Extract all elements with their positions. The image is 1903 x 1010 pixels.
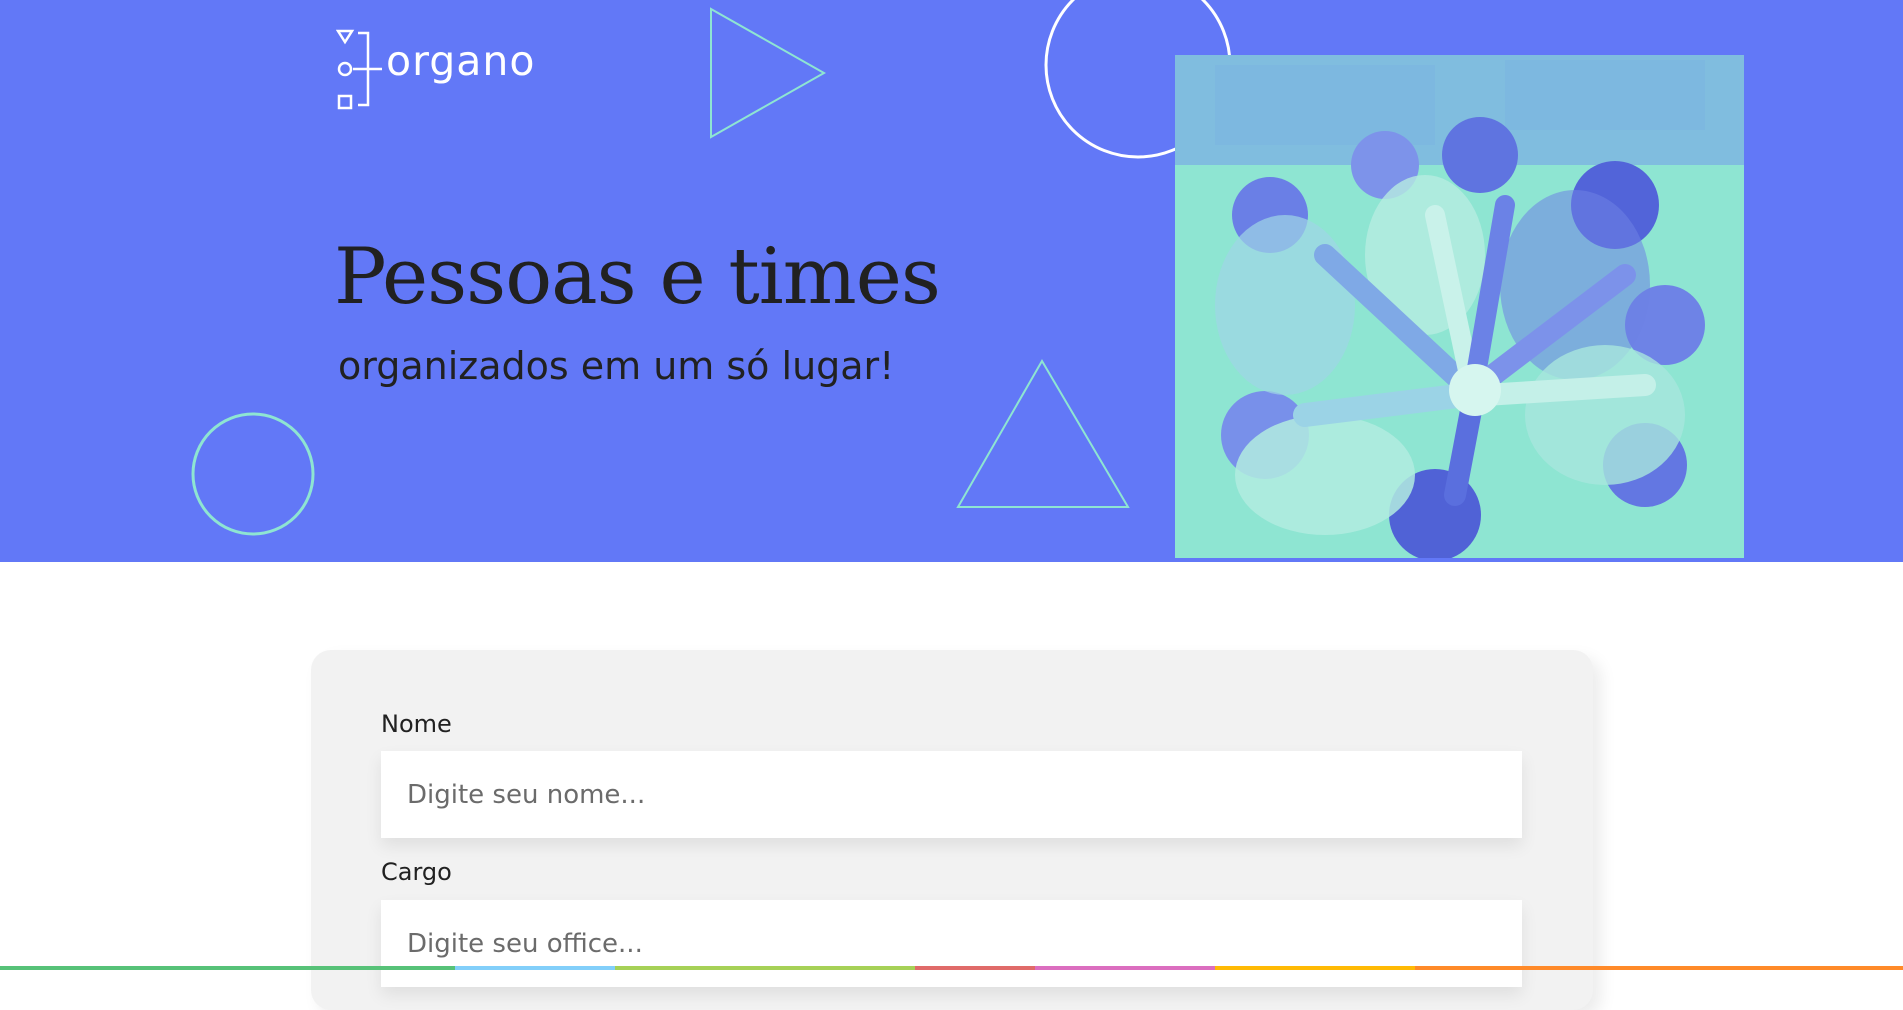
member-form: Nome Cargo (311, 650, 1593, 1010)
organo-logo[interactable]: organo (336, 28, 535, 110)
cargo-input[interactable] (381, 900, 1522, 987)
nome-field-label: Nome (381, 710, 452, 738)
cargo-field-label: Cargo (381, 858, 452, 886)
triangle-right-decoration (710, 7, 827, 139)
hero-subtitle: organizados em um só lugar! (338, 344, 895, 388)
hero-title: Pessoas e times (334, 232, 941, 322)
bottom-color-strip (0, 966, 1903, 970)
team-hands-together-illustration (1175, 55, 1744, 558)
hero-banner: organo Pessoas e times organizados em um… (0, 0, 1903, 562)
circle-decoration-mint (191, 412, 315, 536)
logo-text: organo (386, 37, 536, 85)
nome-input[interactable] (381, 751, 1522, 838)
hero-image (1175, 55, 1744, 558)
triangle-up-decoration (956, 359, 1130, 508)
organo-logo-icon (336, 29, 382, 110)
